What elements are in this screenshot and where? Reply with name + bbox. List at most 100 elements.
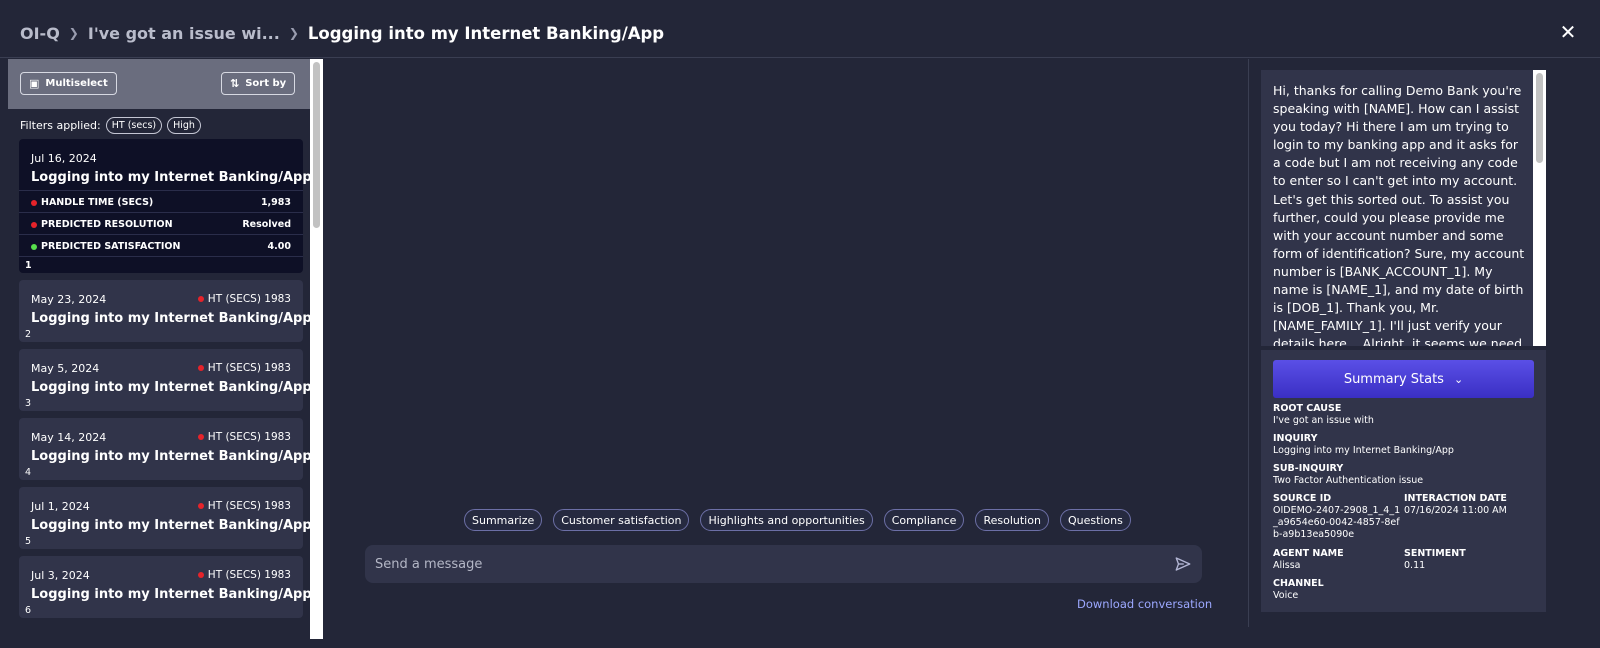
sub-inquiry-field: SUB-INQUIRY Two Factor Authentication is…: [1273, 463, 1423, 487]
chevron-right-icon: ❯: [288, 26, 299, 40]
field-value: Two Factor Authentication issue: [1273, 475, 1424, 486]
list-toolbar: ▣ Multiselect ⇅ Sort by: [8, 59, 310, 109]
card-date: Jul 3, 2024: [31, 569, 90, 582]
list-item[interactable]: May 23, 2024 HT (SECS) 1983 Logging into…: [19, 280, 312, 342]
status-badge: HT (SECS) 1983: [197, 431, 291, 443]
filter-chip-ht[interactable]: HT (secs): [105, 116, 163, 134]
list-item[interactable]: Jul 3, 2024 HT (SECS) 1983 Logging into …: [19, 556, 312, 618]
status-badge: HT (SECS) 1983: [197, 293, 291, 305]
status-badge: HT (SECS) 1983: [197, 362, 291, 374]
filters-applied: Filters applied: HT (secs) High: [20, 115, 201, 135]
card-title: Logging into my Internet Banking/App: [31, 587, 312, 602]
card-title: Logging into my Internet Banking/App: [31, 311, 312, 326]
list-item-selected[interactable]: Jul 16, 2024 Logging into my Internet Ba…: [19, 139, 312, 273]
filters-label: Filters applied:: [20, 118, 101, 132]
status-dot-icon: [31, 243, 37, 250]
field-value: Voice: [1273, 590, 1299, 601]
breadcrumb-parent[interactable]: I've got an issue wi...: [88, 24, 280, 43]
transcript-text: Hi, thanks for calling Demo Bank you're …: [1273, 83, 1525, 346]
field-label: SOURCE ID: [1273, 493, 1332, 504]
download-conversation-link[interactable]: Download conversation: [1077, 597, 1212, 611]
panel-divider: [1248, 59, 1249, 627]
metric-value: 1,983: [260, 197, 291, 208]
field-label: INTERACTION DATE: [1404, 493, 1507, 504]
list-item[interactable]: Jul 1, 2024 HT (SECS) 1983 Logging into …: [19, 487, 312, 549]
card-index: 2: [25, 329, 32, 340]
transcript-panel: Hi, thanks for calling Demo Bank you're …: [1261, 70, 1533, 346]
suggestion-compliance[interactable]: Compliance: [883, 509, 965, 531]
sort-button[interactable]: ⇅ Sort by: [221, 72, 296, 95]
suggestion-questions[interactable]: Questions: [1059, 509, 1131, 531]
metric-label: PREDICTED RESOLUTION: [41, 219, 173, 230]
card-date: May 23, 2024: [31, 293, 107, 306]
status-badge: HT (SECS) 1983: [197, 569, 291, 581]
card-date: Jul 1, 2024: [31, 500, 90, 513]
metric-value: Resolved: [242, 219, 291, 230]
badge-text: HT (SECS) 1983: [207, 431, 291, 443]
metric-row-predicted-resolution: PREDICTED RESOLUTION Resolved: [19, 212, 303, 234]
metric-row-handle-time: HANDLE TIME (SECS) 1,983: [19, 190, 303, 212]
filter-chip-high[interactable]: High: [167, 116, 201, 134]
breadcrumb-root[interactable]: OI-Q: [20, 24, 60, 43]
conversation-list-panel: ▣ Multiselect ⇅ Sort by Filters applied:…: [8, 59, 323, 639]
badge-text: HT (SECS) 1983: [207, 569, 291, 581]
field-label: AGENT NAME: [1273, 548, 1344, 559]
field-value: Logging into my Internet Banking/App: [1273, 445, 1454, 456]
scrollbar-thumb[interactable]: [313, 62, 320, 228]
card-date: May 14, 2024: [31, 431, 107, 444]
header: OI-Q ❯ I've got an issue wi... ❯ Logging…: [0, 0, 1600, 58]
interaction-date-field: INTERACTION DATE 07/16/2024 11:00 AM: [1404, 493, 1507, 517]
chevron-right-icon: ❯: [68, 26, 79, 40]
status-dot-icon: [31, 221, 37, 228]
field-value: OIDEMO-2407-2908_1_4_1_a9654e60-0042-485…: [1273, 505, 1401, 540]
badge-text: HT (SECS) 1983: [207, 500, 291, 512]
field-value: 07/16/2024 11:00 AM: [1404, 505, 1507, 516]
send-icon[interactable]: [1174, 555, 1192, 573]
card-date: May 5, 2024: [31, 362, 100, 375]
field-value: Alissa: [1273, 560, 1301, 571]
field-label: INQUIRY: [1273, 433, 1318, 444]
summary-stats-button[interactable]: Summary Stats ⌄: [1273, 360, 1534, 398]
list-scrollbar[interactable]: [310, 59, 323, 639]
badge-text: HT (SECS) 1983: [207, 362, 291, 374]
status-dot-icon: [197, 296, 204, 302]
status-dot-icon: [197, 503, 204, 509]
close-icon[interactable]: ✕: [1558, 22, 1578, 42]
root-cause-field: ROOT CAUSE I've got an issue with: [1273, 403, 1374, 427]
source-id-field: SOURCE ID OIDEMO-2407-2908_1_4_1_a9654e6…: [1273, 493, 1401, 541]
multiselect-label: Multiselect: [45, 78, 108, 89]
card-title: Logging into my Internet Banking/App: [31, 449, 312, 464]
card-title: Logging into my Internet Banking/App: [31, 518, 312, 533]
breadcrumb: OI-Q ❯ I've got an issue wi... ❯ Logging…: [20, 22, 664, 44]
card-title: Logging into my Internet Banking/App: [31, 170, 312, 185]
status-dot-icon: [197, 572, 204, 578]
multiselect-button[interactable]: ▣ Multiselect: [20, 72, 117, 95]
status-badge: HT (SECS) 1983: [197, 500, 291, 512]
metric-label: HANDLE TIME (SECS): [41, 197, 154, 208]
summary-panel: Summary Stats ⌄ ROOT CAUSE I've got an i…: [1261, 350, 1546, 612]
field-value: I've got an issue with: [1273, 415, 1374, 426]
suggestion-resolution[interactable]: Resolution: [975, 509, 1049, 531]
field-value: 0.11: [1404, 560, 1426, 571]
field-label: SENTIMENT: [1404, 548, 1466, 559]
badge-text: HT (SECS) 1983: [207, 293, 291, 305]
scrollbar-thumb[interactable]: [1536, 73, 1543, 163]
field-label: SUB-INQUIRY: [1273, 463, 1344, 474]
field-label: ROOT CAUSE: [1273, 403, 1342, 414]
metric-row-predicted-satisfaction: PREDICTED SATISFACTION 4.00: [19, 234, 303, 256]
message-input[interactable]: [375, 545, 1155, 583]
card-title: Logging into my Internet Banking/App: [31, 380, 312, 395]
card-index: 5: [25, 536, 32, 547]
suggestion-highlights[interactable]: Highlights and opportunities: [700, 509, 873, 531]
metric-label: PREDICTED SATISFACTION: [41, 241, 181, 252]
page-title: Logging into my Internet Banking/App: [307, 23, 665, 43]
transcript-scrollbar[interactable]: [1533, 70, 1546, 346]
suggestion-summarize[interactable]: Summarize: [464, 509, 543, 531]
list-item[interactable]: May 5, 2024 HT (SECS) 1983 Logging into …: [19, 349, 312, 411]
suggestion-customer-satisfaction[interactable]: Customer satisfaction: [553, 509, 690, 531]
card-index: 4: [25, 467, 32, 478]
sort-label: Sort by: [245, 78, 287, 89]
metric-value: 4.00: [267, 241, 291, 252]
inquiry-field: INQUIRY Logging into my Internet Banking…: [1273, 433, 1454, 457]
list-item[interactable]: May 14, 2024 HT (SECS) 1983 Logging into…: [19, 418, 312, 480]
